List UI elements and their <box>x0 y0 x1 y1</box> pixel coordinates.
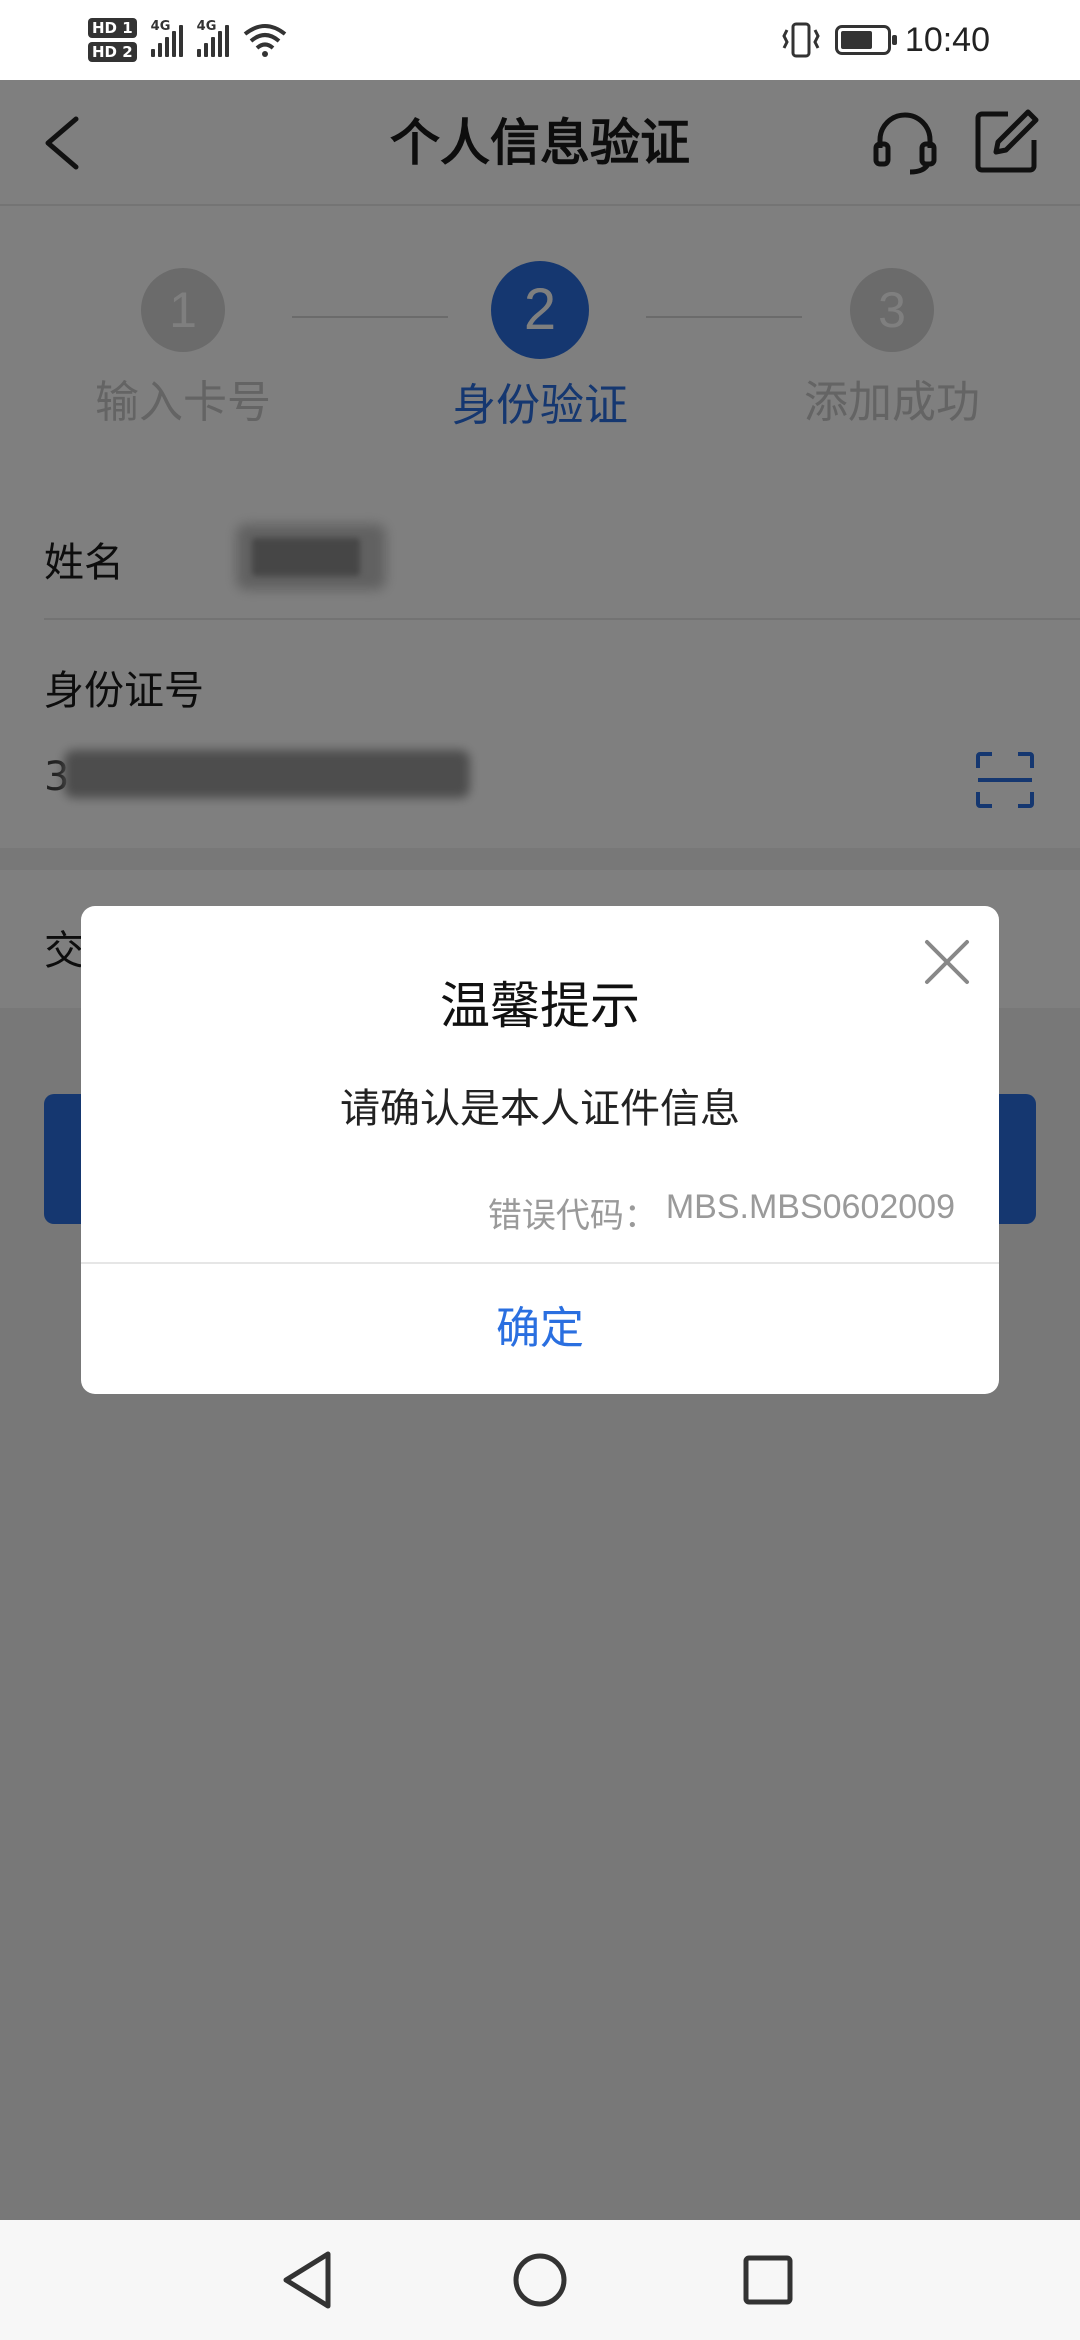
dialog-title: 温馨提示 <box>440 977 640 1035</box>
signal-icon: 4G <box>196 19 229 57</box>
sim2-hd-badge: HD 2 <box>88 42 137 62</box>
sim1-hd-badge: HD 1 <box>88 18 137 38</box>
network-type-label: 4G <box>150 19 171 34</box>
battery-icon <box>834 25 897 55</box>
wifi-icon <box>243 24 286 57</box>
status-bar: HD 1 HD 2 4G 4G 10:40 <box>0 0 1080 80</box>
network-type-label: 4G <box>196 19 217 34</box>
battery-fill <box>840 31 872 49</box>
status-left: HD 1 HD 2 4G 4G <box>88 10 287 70</box>
error-code-label: 错误代码： <box>487 1196 658 1236</box>
error-code: 错误代码： MBS.MBS0602009 <box>488 1188 955 1237</box>
vibrate-icon <box>782 22 820 58</box>
screen: HD 1 HD 2 4G 4G 10:40 温馨提示 请确认是本人证件信息 错误… <box>0 0 1080 2340</box>
clock: 10:40 <box>904 20 990 59</box>
square-recents-icon[interactable] <box>732 2244 804 2316</box>
sim-badges: HD 1 HD 2 <box>88 18 137 62</box>
dialog-message: 请确认是本人证件信息 <box>340 1086 740 1132</box>
error-code-value: MBS.MBS0602009 <box>665 1188 955 1226</box>
confirm-button[interactable]: 确定 <box>81 1264 999 1394</box>
circle-home-icon[interactable] <box>504 2244 576 2316</box>
triangle-back-icon[interactable] <box>272 2244 344 2316</box>
status-right: 10:40 <box>781 10 990 70</box>
system-nav-bar <box>0 2220 1080 2340</box>
signal-icon: 4G <box>150 19 183 57</box>
alert-dialog: 温馨提示 请确认是本人证件信息 错误代码： MBS.MBS0602009 确定 <box>81 906 999 1394</box>
